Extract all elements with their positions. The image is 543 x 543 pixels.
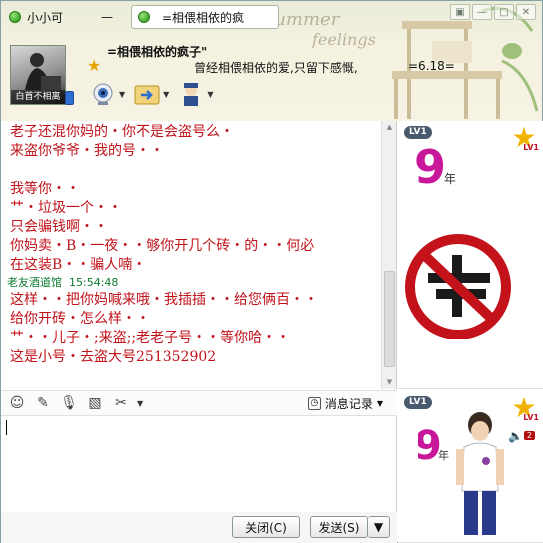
sender-name: 老友酒道馆 <box>7 276 62 289</box>
chat-toolbar: ▼ ▼ ▼ <box>89 81 213 107</box>
message-line: 这样・・把你妈喊来哦・我插插・・给您俩百・・ <box>10 292 318 308</box>
chevron-down-icon[interactable]: ▼ <box>119 90 125 99</box>
send-options-button[interactable]: ▼ <box>368 516 390 538</box>
tab-contact-label: 小小可 <box>27 10 64 25</box>
close-window-button[interactable]: ✕ <box>516 4 536 20</box>
bottom-bar: 关闭(C) 发送(S) ▼ <box>1 512 397 543</box>
message-line: 给你开砖・怎么样・・ <box>10 311 150 327</box>
rank-level: LV1 <box>523 413 539 422</box>
signature-text: 曾经相偎相依的爱,只留下感慨, <box>194 61 358 75</box>
prohibited-sign-icon <box>405 234 511 339</box>
message-line: 艹・垃圾一个・・ <box>10 200 122 216</box>
scroll-down-icon[interactable]: ▼ <box>385 378 394 387</box>
show-sidebar: LV1 ★ LV1 9 年 LV1 ★ LV1 🔈 2 9 年 <box>398 121 543 543</box>
message-line: 只会骗钱啊・・ <box>10 219 108 235</box>
message-line: 我等你・・ <box>10 181 80 197</box>
video-camera-icon[interactable] <box>89 81 117 107</box>
title-tabs: 小小可 — =相偎相依的疯 <box>3 5 279 31</box>
sender-time: 15:54:48 <box>69 276 119 289</box>
message-line <box>1 161 381 180</box>
svg-text:feelings: feelings <box>311 30 376 49</box>
send-file-icon[interactable] <box>133 81 161 107</box>
message-sender-header: 老友酒道馆 15:54:48 <box>1 275 381 291</box>
tab-active-label: =相偎相依的疯 <box>162 10 245 25</box>
remote-assist-icon[interactable] <box>177 81 205 107</box>
maximize-button[interactable]: □ <box>494 4 514 20</box>
skin-button[interactable]: ▣ <box>450 4 470 20</box>
mobile-icon[interactable] <box>65 91 74 105</box>
screenshot-scissors-icon[interactable]: ✂ <box>111 393 131 413</box>
contact-show-panel[interactable]: LV1 ★ LV1 9 年 <box>398 121 543 389</box>
nine-years-number: 9 <box>414 140 446 189</box>
level-badge: LV1 <box>404 396 432 409</box>
nine-years-number: 9 <box>418 423 442 469</box>
message-history-label: 消息记录 <box>324 397 373 411</box>
message-line: 艹・・儿子・;来盗;;老老子号・・等你哈・・ <box>10 330 291 346</box>
avatar[interactable]: 白首不相离 <box>10 45 66 105</box>
signature-extra: =6.18= <box>408 59 455 73</box>
tab-separator[interactable]: — <box>87 5 127 29</box>
tab-separator-label: — <box>101 10 113 24</box>
rank-level: LV1 <box>523 143 539 152</box>
tab-contact[interactable]: 小小可 <box>3 5 83 29</box>
history-scrollbar[interactable]: ▲ ▼ <box>381 121 396 389</box>
speaker-count: 2 <box>523 431 535 440</box>
level-badge: LV1 <box>404 126 432 139</box>
message-line: 在这装B・・骗人喃・ <box>10 257 147 273</box>
message-line: 你妈卖・B・一夜・・够你开几个砖・的・・何必 <box>10 238 315 254</box>
scroll-thumb[interactable] <box>384 271 395 367</box>
chevron-down-icon[interactable]: ▼ <box>207 90 213 99</box>
online-status-icon <box>138 11 150 23</box>
window-controls: ▣ — □ ✕ <box>450 4 536 20</box>
chat-window: Summer feelings 小小可 — =相偎相依的疯 ▣ — □ ✕ 白首… <box>0 0 543 543</box>
chevron-down-icon[interactable]: ▼ <box>163 90 169 99</box>
scroll-up-icon[interactable]: ▲ <box>385 123 394 132</box>
online-status-icon <box>9 11 21 23</box>
message-line: 来盗你爷爷・我的号・・ <box>10 143 164 159</box>
tab-active-chat[interactable]: =相偎相依的疯 <box>131 5 279 29</box>
minimize-button[interactable]: — <box>472 4 492 20</box>
message-input[interactable] <box>1 416 397 512</box>
nine-years-icon: 9 年 <box>414 140 456 189</box>
font-style-icon[interactable]: ✎ <box>33 393 53 413</box>
chat-history[interactable]: 老子还混你妈的・你不是会盗号么・ 来盗你爷爷・我的号・・ 我等你・・ 艹・垃圾一… <box>1 121 397 389</box>
send-button[interactable]: 发送(S) <box>310 516 368 538</box>
avatar-caption: 白首不相离 <box>11 90 65 104</box>
close-button[interactable]: 关闭(C) <box>232 516 300 538</box>
message-line: 老子还混你妈的・你不是会盗号么・ <box>10 124 234 140</box>
message-list: 老子还混你妈的・你不是会盗号么・ 来盗你爷爷・我的号・・ 我等你・・ 艹・垃圾一… <box>1 121 381 367</box>
text-caret <box>6 420 7 435</box>
my-show-panel[interactable]: LV1 ★ LV1 🔈 2 9 年 <box>398 391 543 543</box>
nine-years-suffix: 年 <box>444 172 456 186</box>
input-toolbar: ☺ ✎ 🎙 ▧ ✂ ▼ ◷ 消息记录 ▼ <box>1 390 397 416</box>
chevron-down-icon: ▼ <box>376 399 383 408</box>
header-banner: Summer feelings 小小可 — =相偎相依的疯 ▣ — □ ✕ 白首… <box>1 1 542 121</box>
message-history-button[interactable]: ◷ 消息记录 ▼ <box>307 395 383 412</box>
history-icon: ◷ <box>307 397 321 410</box>
send-image-icon[interactable]: ▧ <box>85 393 105 413</box>
avatar-figure-icon <box>25 53 61 90</box>
contact-name: =相偎相依的疯子" <box>107 45 208 59</box>
nine-years-suffix: 年 <box>438 448 449 462</box>
avatar-figure-icon: 9 年 <box>418 412 504 535</box>
voice-message-icon[interactable]: 🎙 <box>59 393 79 413</box>
chevron-down-icon[interactable]: ▼ <box>137 399 143 408</box>
emoji-icon[interactable]: ☺ <box>7 393 27 413</box>
message-line: 这是小号・去盗大号251352902 <box>10 349 217 365</box>
star-icon[interactable]: ★ <box>87 57 105 75</box>
